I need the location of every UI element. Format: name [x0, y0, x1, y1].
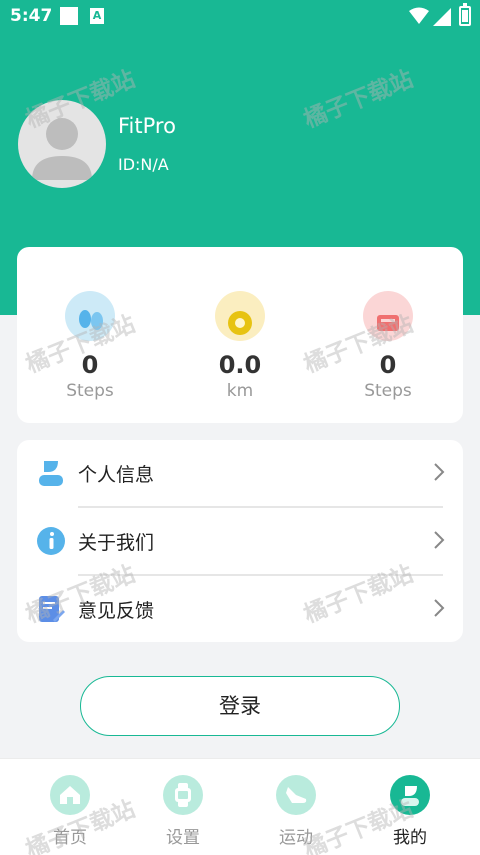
- battery-icon: [459, 3, 471, 26]
- location-icon: [215, 291, 265, 341]
- chevron-right-icon: [434, 463, 445, 481]
- stat-steps: 0 Steps: [20, 291, 160, 401]
- shoe-icon: [276, 775, 316, 815]
- cell-signal-icon: [433, 8, 451, 26]
- nav-label: 我的: [393, 828, 427, 848]
- menu-label: 意见反馈: [78, 600, 155, 622]
- menu-card: 个人信息 关于我们 意见反馈: [17, 440, 463, 642]
- nav-item-mine[interactable]: 我的: [370, 775, 450, 848]
- stat-value: 0: [379, 351, 397, 379]
- menu-item-feedback[interactable]: 意见反馈: [17, 576, 463, 642]
- status-time: 5:47: [10, 6, 53, 26]
- nav-item-sport[interactable]: 运动: [256, 775, 336, 848]
- user-icon: [39, 461, 63, 486]
- status-bar: 5:47 A: [0, 0, 480, 34]
- home-icon: [50, 775, 90, 815]
- stat-calories: 0 Steps: [318, 291, 458, 401]
- feedback-icon: [39, 596, 65, 622]
- menu-label: 个人信息: [78, 464, 155, 486]
- nav-item-home[interactable]: 首页: [30, 775, 110, 848]
- flame-icon: [363, 291, 413, 341]
- avatar[interactable]: [18, 100, 106, 188]
- stat-distance: 0.0 km: [170, 291, 310, 401]
- notification-a-icon: A: [90, 8, 104, 24]
- stat-unit: km: [226, 381, 254, 401]
- login-button[interactable]: 登录: [80, 676, 400, 736]
- wifi-icon: [409, 7, 429, 24]
- profile-name: FitPro: [118, 114, 176, 138]
- menu-label: 关于我们: [78, 532, 155, 554]
- profile-id: ID:N/A: [118, 155, 169, 174]
- nav-item-settings[interactable]: 设置: [143, 775, 223, 848]
- nav-label: 设置: [166, 828, 200, 848]
- chevron-right-icon: [434, 531, 445, 549]
- info-icon: [37, 527, 65, 555]
- menu-item-about-us[interactable]: 关于我们: [17, 508, 463, 574]
- stat-unit: Steps: [364, 381, 412, 401]
- watch-icon: [163, 775, 203, 815]
- bottom-nav: 首页 设置 运动 我的: [0, 758, 480, 855]
- stats-card: 0 Steps 0.0 km 0 Steps: [17, 247, 463, 423]
- stat-unit: Steps: [66, 381, 114, 401]
- profile-icon: [390, 775, 430, 815]
- person-silhouette-icon: [32, 118, 92, 180]
- footprints-icon: [65, 291, 115, 341]
- nav-label: 运动: [279, 828, 313, 848]
- notification-square-icon: [60, 7, 78, 25]
- nav-label: 首页: [53, 828, 87, 848]
- menu-item-personal-info[interactable]: 个人信息: [17, 440, 463, 506]
- chevron-right-icon: [434, 599, 445, 617]
- stat-value: 0: [81, 351, 99, 379]
- stat-value: 0.0: [218, 351, 262, 379]
